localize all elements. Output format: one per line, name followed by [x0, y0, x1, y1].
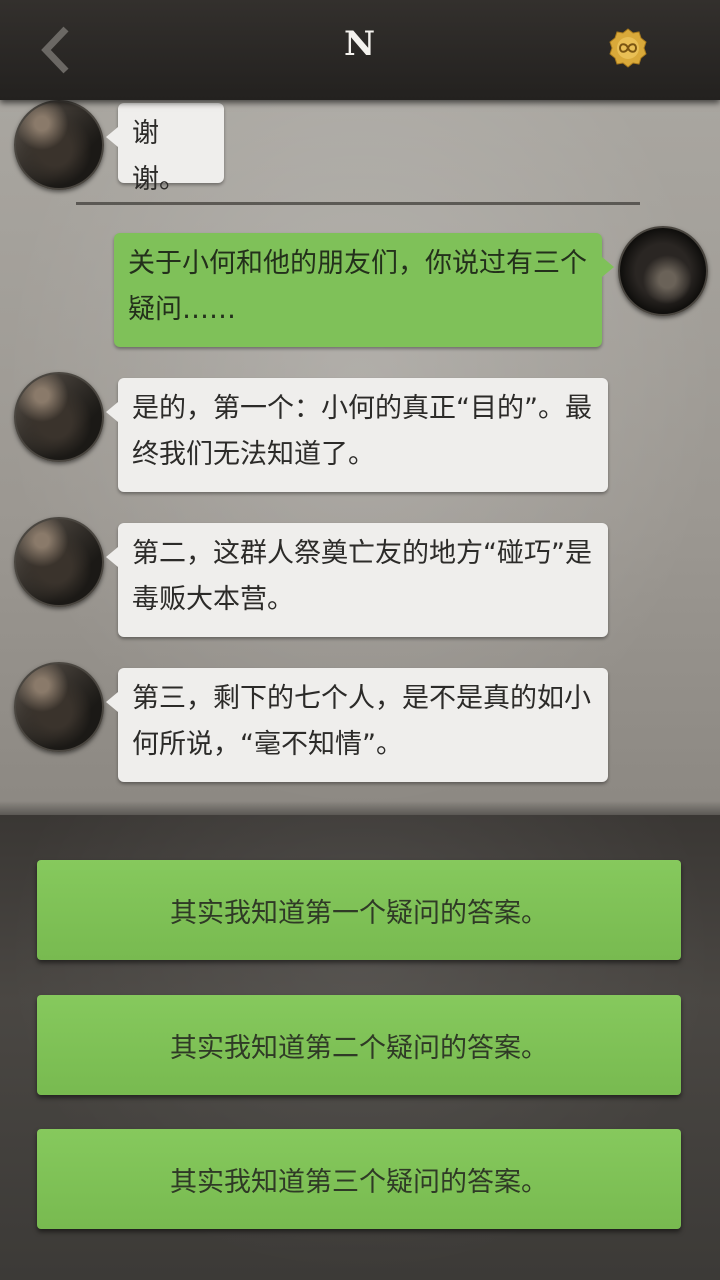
option-button-2[interactable]: 其实我知道第二个疑问的答案。 [37, 995, 681, 1095]
message-text: 是的，第一个：小何的真正“目的”。最终我们无法知道了。 [132, 393, 592, 470]
infinity-coin-icon [609, 28, 647, 68]
message-text: 第三，剩下的七个人，是不是真的如小何所说，“毫不知情”。 [132, 683, 591, 760]
top-bar: N [0, 0, 720, 100]
chat-area[interactable]: 谢谢。 关于小何和他的朋友们，你说过有三个疑问…… 是的，第一个：小何的真正“目… [0, 100, 720, 815]
divider [76, 202, 640, 205]
avatar[interactable] [14, 372, 104, 462]
message-text: 第二，这群人祭奠亡友的地方“碰巧”是毒贩大本营。 [132, 538, 592, 615]
avatar[interactable] [14, 662, 104, 752]
message-bubble: 是的，第一个：小何的真正“目的”。最终我们无法知道了。 [106, 378, 608, 492]
reply-options: 其实我知道第一个疑问的答案。 其实我知道第二个疑问的答案。 其实我知道第三个疑问… [0, 815, 720, 1280]
message-bubble: 谢谢。 [106, 103, 224, 195]
avatar[interactable] [618, 226, 708, 316]
option-button-1[interactable]: 其实我知道第一个疑问的答案。 [37, 860, 681, 960]
message-text: 关于小何和他的朋友们，你说过有三个疑问…… [128, 248, 587, 325]
message-bubble: 第三，剩下的七个人，是不是真的如小何所说，“毫不知情”。 [106, 668, 608, 782]
message-bubble: 关于小何和他的朋友们，你说过有三个疑问…… [114, 233, 614, 347]
message-text: 谢谢。 [132, 118, 186, 195]
option-button-3[interactable]: 其实我知道第三个疑问的答案。 [37, 1129, 681, 1229]
message-bubble: 第二，这群人祭奠亡友的地方“碰巧”是毒贩大本营。 [106, 523, 608, 637]
coin-button[interactable] [608, 28, 648, 68]
avatar[interactable] [14, 100, 104, 190]
avatar[interactable] [14, 517, 104, 607]
